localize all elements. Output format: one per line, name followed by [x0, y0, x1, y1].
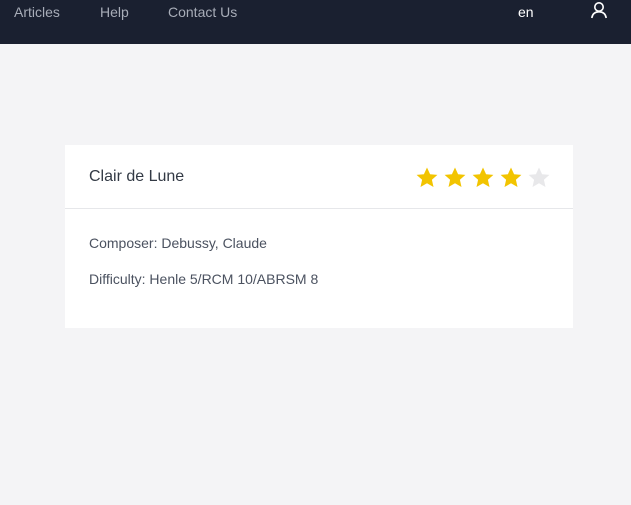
top-navbar: Articles Help Contact Us en — [0, 0, 631, 44]
composer-line: Composer: Debussy, Claude — [89, 235, 267, 251]
piece-title: Clair de Lune — [89, 168, 185, 185]
piece-card-header: Clair de Lune — [65, 145, 573, 209]
difficulty-line: Difficulty: Henle 5/RCM 10/ABRSM 8 — [89, 271, 319, 287]
user-icon-graphic — [591, 2, 607, 19]
star-filled-icon[interactable] — [499, 166, 523, 190]
star-rating[interactable] — [415, 166, 555, 190]
nav-link-contact-us[interactable]: Contact Us — [168, 4, 237, 20]
star-filled-icon[interactable] — [415, 166, 439, 190]
star-filled-icon[interactable] — [443, 166, 467, 190]
piece-card: Clair de Lune Composer: Debussy, Claude … — [65, 145, 573, 328]
language-selector[interactable]: en — [518, 4, 534, 20]
nav-link-articles[interactable]: Articles — [14, 4, 60, 20]
star-filled-icon[interactable] — [471, 166, 495, 190]
star-empty-icon[interactable] — [527, 166, 551, 190]
user-icon[interactable] — [590, 1, 608, 19]
nav-link-help[interactable]: Help — [100, 4, 129, 20]
